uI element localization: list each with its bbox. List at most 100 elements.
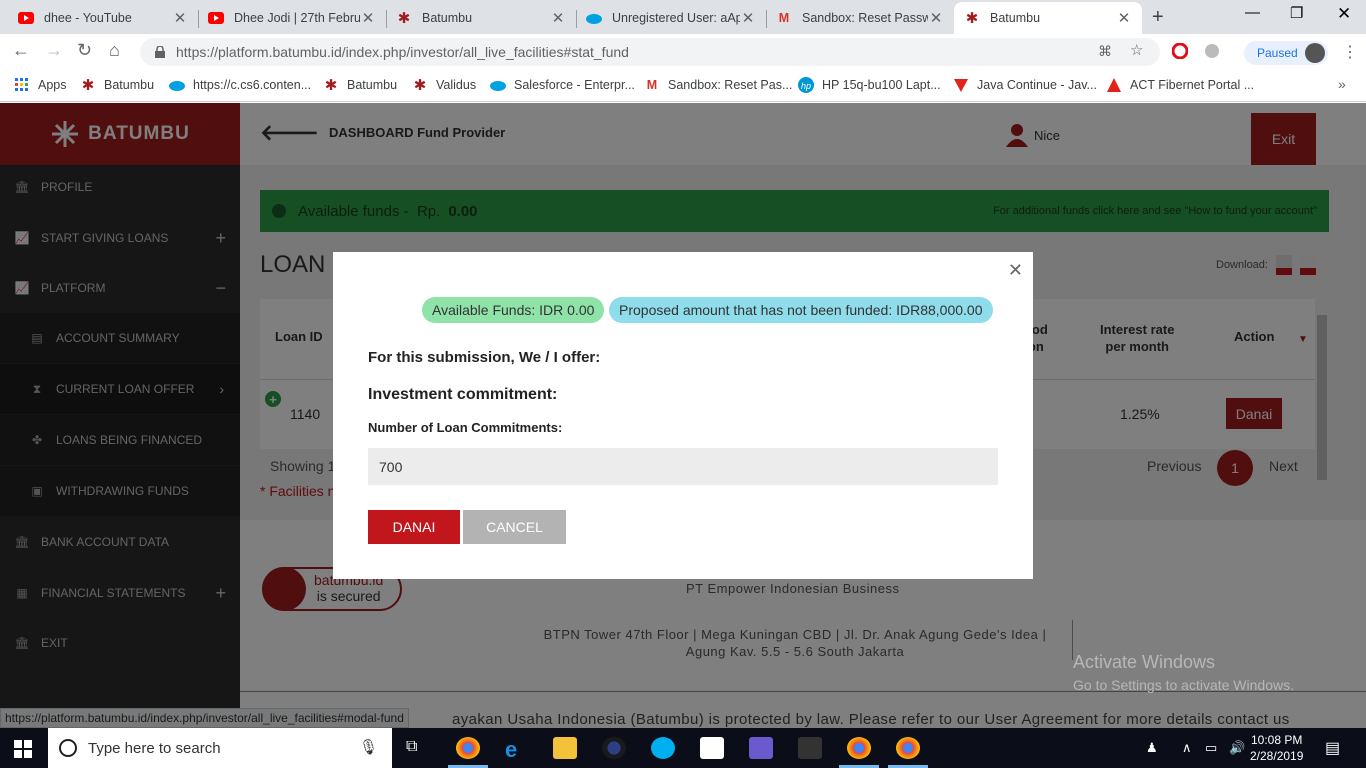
windows-start-icon[interactable] — [14, 740, 32, 758]
close-tab-icon[interactable]: ✕ — [1116, 9, 1132, 27]
available-funds-badge: Available Funds: IDR 0.00 — [422, 297, 605, 323]
translate-icon[interactable]: ⌘ — [1098, 43, 1112, 60]
paint-icon[interactable] — [749, 737, 773, 759]
browser-tab[interactable]: M Sandbox: Reset Passwo ✕ — [766, 2, 954, 34]
clock-time: 10:08 PM — [1251, 733, 1303, 747]
bookmark-label: Salesforce - Enterpr... — [514, 78, 635, 92]
more-menu-icon[interactable]: ⋮ — [1342, 42, 1358, 62]
bookmark-label: ACT Fibernet Portal ... — [1130, 78, 1255, 92]
tab-title: Batumbu — [422, 11, 473, 25]
clock-date: 2/28/2019 — [1250, 749, 1304, 763]
new-tab-icon[interactable]: + — [1152, 6, 1164, 29]
gmail-icon: M — [778, 11, 790, 25]
bookmark-salesforce[interactable]: Salesforce - Enterpr... — [490, 77, 635, 93]
skype-icon[interactable] — [651, 737, 675, 759]
file-explorer-icon[interactable] — [553, 737, 577, 759]
close-icon[interactable]: ✕ — [1008, 260, 1023, 281]
edge-icon[interactable]: e — [505, 737, 529, 762]
browser-tab[interactable]: dhee - YouTube ✕ — [8, 2, 198, 34]
bookmark-sandbox-reset[interactable]: M Sandbox: Reset Pas... — [644, 77, 793, 93]
chevron-up-icon[interactable]: ∧ — [1182, 740, 1192, 756]
bookmark-label: Batumbu — [347, 78, 398, 92]
bookmark-label: Java Continue - Jav... — [977, 78, 1097, 92]
minimize-icon[interactable]: — — [1245, 4, 1260, 21]
volume-icon[interactable]: 🔊 — [1229, 740, 1245, 756]
browser-tab-active[interactable]: ✱ Batumbu ✕ — [954, 2, 1142, 34]
salesforce-icon — [490, 77, 506, 93]
tab-title: dhee - YouTube — [44, 11, 132, 25]
bookmark-label: Sandbox: Reset Pas... — [668, 78, 793, 92]
chrome-icon[interactable] — [456, 737, 480, 759]
act-icon — [1106, 77, 1122, 93]
bookmark-label: Validus — [436, 78, 477, 92]
close-tab-icon[interactable]: ✕ — [172, 9, 188, 27]
batumbu-icon: ✱ — [324, 77, 338, 94]
svg-text:hp: hp — [801, 81, 811, 91]
home-icon[interactable]: ⌂ — [109, 40, 120, 61]
close-tab-icon[interactable]: ✕ — [550, 9, 566, 27]
extension-icon[interactable] — [1204, 43, 1220, 62]
tab-title: Unregistered User: aAp — [612, 11, 740, 25]
windows-activation-watermark: Activate Windows — [1073, 652, 1216, 672]
system-clock[interactable]: 10:08 PM 2/28/2019 — [1250, 732, 1303, 764]
notifications-icon[interactable]: ▤ — [1325, 738, 1340, 758]
bookmark-salesforce-content[interactable]: https://c.cs6.conten... — [169, 77, 311, 93]
reload-icon[interactable]: ↻ — [77, 40, 92, 61]
commitment-heading: Investment commitment: — [368, 386, 558, 403]
bookmark-label: HP 15q-bu100 Lapt... — [822, 78, 941, 92]
browser-tab[interactable]: Dhee Jodi | 27th Februa ✕ — [198, 2, 386, 34]
cancel-button[interactable]: CANCEL — [463, 510, 566, 544]
windows-activation-hint: Go to Settings to activate Windows. — [1073, 677, 1294, 693]
task-view-icon[interactable]: ⧉ — [406, 738, 417, 756]
chrome-icon[interactable] — [896, 737, 920, 759]
bookmark-batumbu[interactable]: ✱ Batumbu — [323, 77, 398, 94]
bookmark-star-icon[interactable]: ☆ — [1130, 41, 1143, 59]
close-tab-icon[interactable]: ✕ — [740, 9, 756, 27]
batumbu-icon: ✱ — [81, 77, 95, 94]
store-icon[interactable] — [700, 737, 724, 759]
lock-icon — [155, 46, 165, 58]
bookmark-label: https://c.cs6.conten... — [193, 78, 312, 92]
close-window-icon[interactable]: ✕ — [1337, 4, 1351, 24]
browser-toolbar: ← → ↻ ⌂ https://platform.batumbu.id/inde… — [0, 34, 1366, 70]
address-bar[interactable]: https://platform.batumbu.id/index.php/in… — [140, 38, 1160, 66]
bookmark-act[interactable]: ACT Fibernet Portal ... — [1106, 77, 1254, 93]
browser-tab-strip: dhee - YouTube ✕ Dhee Jodi | 27th Februa… — [0, 0, 1366, 34]
profile-paused-button[interactable]: Paused — [1244, 41, 1328, 65]
danai-submit-button[interactable]: DANAI — [368, 510, 460, 544]
gmail-icon: M — [646, 78, 658, 92]
bookmark-batumbu[interactable]: ✱ Batumbu — [80, 77, 154, 94]
batumbu-icon: ✱ — [397, 10, 411, 27]
people-icon[interactable]: ♟ — [1146, 740, 1158, 756]
bookmarks-overflow-icon[interactable]: » — [1338, 76, 1346, 92]
profile-status-text: Paused — [1257, 46, 1298, 60]
hp-icon: hp — [798, 77, 814, 93]
search-placeholder: Type here to search — [88, 739, 221, 757]
bookmark-hp[interactable]: hp HP 15q-bu100 Lapt... — [798, 77, 941, 93]
youtube-icon — [18, 10, 34, 26]
game-icon[interactable] — [798, 737, 822, 759]
youtube-icon — [208, 10, 224, 26]
close-tab-icon[interactable]: ✕ — [360, 9, 376, 27]
browser-tab[interactable]: Unregistered User: aAp ✕ — [576, 2, 766, 34]
taskbar-search[interactable]: Type here to search 🎙 — [48, 728, 392, 768]
offer-text: For this submission, We / I offer: — [368, 349, 601, 366]
chrome-icon[interactable] — [847, 737, 871, 759]
maximize-icon[interactable]: ❐ — [1290, 4, 1303, 22]
close-tab-icon[interactable]: ✕ — [928, 9, 944, 27]
tab-title: Batumbu — [990, 11, 1041, 25]
bookmark-apps[interactable]: Apps — [14, 77, 67, 93]
forward-arrow-icon[interactable]: → — [45, 40, 63, 61]
eclipse-icon[interactable] — [602, 737, 626, 759]
bookmark-validus[interactable]: ✱ Validus — [412, 77, 477, 94]
opera-icon[interactable] — [1171, 42, 1189, 62]
salesforce-icon — [586, 10, 602, 26]
loan-commitments-input[interactable] — [368, 448, 998, 485]
microphone-icon[interactable]: 🎙 — [359, 738, 378, 756]
back-arrow-icon[interactable]: ← — [12, 40, 30, 61]
battery-icon[interactable]: ▭ — [1205, 740, 1217, 756]
browser-tab[interactable]: ✱ Batumbu ✕ — [386, 2, 576, 34]
bookmark-label: Apps — [38, 78, 67, 92]
bookmark-java[interactable]: Java Continue - Jav... — [953, 77, 1097, 93]
tab-title: Sandbox: Reset Passwo — [802, 11, 928, 25]
